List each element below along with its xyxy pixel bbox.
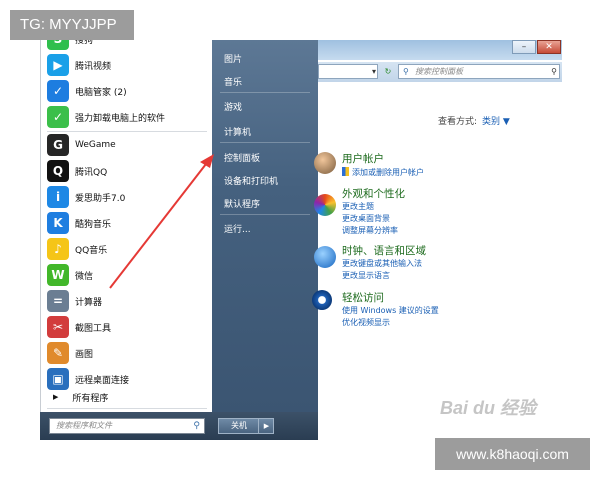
watermark-top-left: TG: MYYJJPP [10, 10, 134, 40]
red-arrow-annotation [109, 154, 214, 289]
arrow-head-icon [200, 154, 214, 168]
arrow-shaft [109, 163, 207, 289]
watermark-bottom-right: www.k8haoqi.com [435, 438, 590, 470]
screenshot: S搜狗 ▶腾讯视频 ✓电脑管家 (2) ✓强力卸载电脑上的软件 GWeGame … [0, 0, 600, 480]
